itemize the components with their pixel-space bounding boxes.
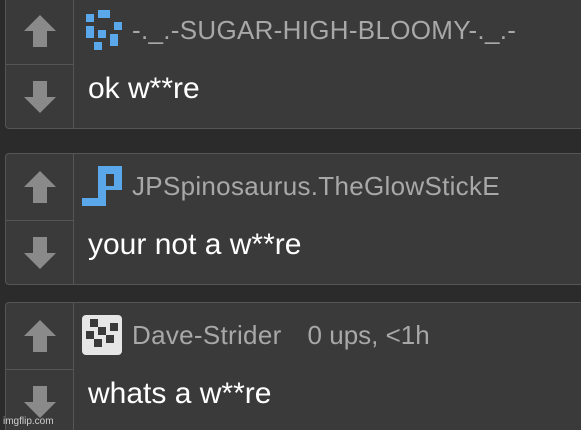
- comment-username[interactable]: JPSpinosaurus.TheGlowStickE: [132, 171, 500, 202]
- comment-text: whats a w**re: [88, 377, 272, 410]
- arrow-down-icon: [23, 386, 56, 418]
- comment-card: -._.-SUGAR-HIGH-BLOOMY-._.- ok w**re: [5, 0, 581, 129]
- arrow-up-icon: [23, 320, 56, 352]
- comment-username[interactable]: Dave-Strider: [132, 320, 282, 351]
- vote-column: [6, 0, 74, 128]
- comment-card: Dave-Strider 0 ups, <1h whats a w**re: [5, 302, 581, 430]
- comment-header: JPSpinosaurus.TheGlowStickE: [82, 166, 500, 206]
- comment-header: -._.-SUGAR-HIGH-BLOOMY-._.-: [82, 10, 516, 50]
- comment-meta: 0 ups, <1h: [307, 319, 430, 350]
- pixel-avatar-icon[interactable]: [82, 315, 122, 355]
- arrow-up-icon: [23, 15, 56, 47]
- vote-column: [6, 154, 74, 284]
- arrow-down-icon: [23, 237, 56, 269]
- comment-text: ok w**re: [88, 72, 200, 105]
- vote-column: [6, 303, 74, 430]
- comment-card: JPSpinosaurus.TheGlowStickE your not a w…: [5, 153, 581, 285]
- arrow-down-icon: [23, 81, 56, 113]
- comment-text: your not a w**re: [88, 228, 302, 261]
- comment-content: -._.-SUGAR-HIGH-BLOOMY-._.- ok w**re: [82, 0, 581, 128]
- watermark: imgflip.com: [3, 416, 54, 427]
- pixel-avatar-icon[interactable]: [82, 10, 122, 50]
- downvote-button[interactable]: [6, 64, 73, 128]
- arrow-up-icon: [23, 171, 56, 203]
- pixel-avatar-icon[interactable]: [82, 166, 122, 206]
- upvote-button[interactable]: [6, 0, 73, 65]
- upvote-button[interactable]: [6, 303, 73, 370]
- comment-username[interactable]: -._.-SUGAR-HIGH-BLOOMY-._.-: [132, 15, 516, 46]
- downvote-button[interactable]: [6, 220, 73, 284]
- comment-thread: -._.-SUGAR-HIGH-BLOOMY-._.- ok w**re JPS…: [0, 0, 581, 430]
- comment-content: JPSpinosaurus.TheGlowStickE your not a w…: [82, 154, 581, 284]
- upvote-button[interactable]: [6, 154, 73, 221]
- comment-content: Dave-Strider 0 ups, <1h whats a w**re: [82, 303, 581, 430]
- comment-header: Dave-Strider 0 ups, <1h: [82, 315, 430, 355]
